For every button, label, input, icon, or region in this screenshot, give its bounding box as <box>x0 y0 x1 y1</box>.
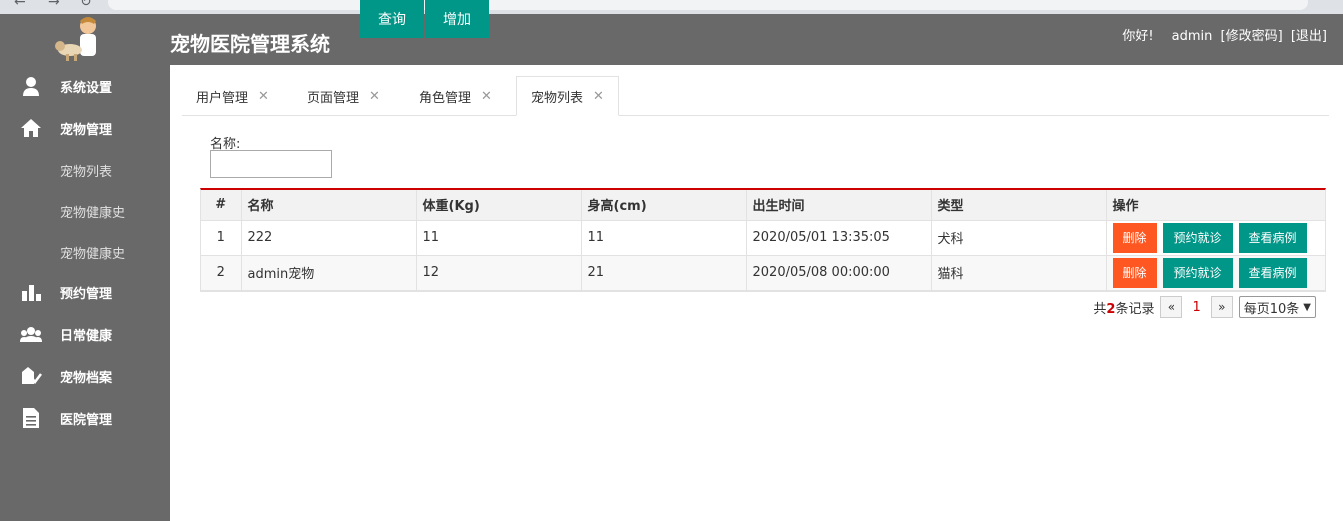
pet-file-icon <box>20 365 42 387</box>
column-header: 名称 <box>241 190 417 221</box>
tab-role-management[interactable]: 角色管理 ✕ <box>405 76 506 116</box>
cell-weight: 12 <box>416 255 582 291</box>
sidebar-subitem-pet-list[interactable]: 宠物列表 <box>60 161 112 180</box>
tab-label: 宠物列表 <box>531 90 584 106</box>
cell-birth: 2020/05/01 13:35:05 <box>746 220 932 256</box>
pet-table: # 名称 体重(Kg) 身高(cm) 出生时间 类型 操作 1 222 11 1… <box>200 188 1326 292</box>
top-header: 宠物医院管理系统 你好! admin [修改密码] [退出] <box>0 14 1343 65</box>
delete-button[interactable]: 删除 <box>1112 257 1157 288</box>
cell-type: 猫科 <box>931 255 1107 291</box>
pagination: 共2条记录 « 1 » 每页10条 ▼ <box>1093 296 1316 318</box>
cell-actions: 删除 预约就诊 查看病例 <box>1106 255 1325 291</box>
close-icon[interactable]: ✕ <box>593 89 604 104</box>
sidebar: 系统设置 宠物管理 宠物列表 宠物健康史 宠物健康史 预约管理 日常健康 宠物档… <box>0 65 170 521</box>
cell-num: 1 <box>201 220 242 256</box>
close-icon[interactable]: ✕ <box>258 89 269 104</box>
back-icon[interactable]: ← <box>14 0 26 10</box>
cell-name: admin宠物 <box>241 255 417 291</box>
app-title: 宠物医院管理系统 <box>170 32 330 56</box>
change-password-link[interactable]: [修改密码] <box>1221 29 1283 44</box>
column-header: 身高(cm) <box>581 190 747 221</box>
book-appointment-button[interactable]: 预约就诊 <box>1162 222 1233 253</box>
tab-user-management[interactable]: 用户管理 ✕ <box>182 76 283 116</box>
sidebar-item-daily-health[interactable]: 日常健康 <box>0 313 170 355</box>
home-icon <box>20 117 42 139</box>
tab-label: 页面管理 <box>307 90 360 106</box>
username: admin <box>1171 29 1213 44</box>
cell-birth: 2020/05/08 00:00:00 <box>746 255 932 291</box>
cell-weight: 11 <box>416 220 582 256</box>
sidebar-item-system-settings[interactable]: 系统设置 <box>0 65 170 107</box>
next-page-button[interactable]: » <box>1210 296 1233 318</box>
delete-button[interactable]: 删除 <box>1112 222 1157 253</box>
forward-icon[interactable]: → <box>48 0 60 10</box>
user-icon <box>20 75 42 97</box>
column-header: 出生时间 <box>746 190 932 221</box>
cell-name: 222 <box>241 220 417 256</box>
sidebar-item-pet-archive[interactable]: 宠物档案 <box>0 355 170 397</box>
sidebar-item-label: 宠物档案 <box>60 370 113 386</box>
document-icon <box>20 407 42 429</box>
table-row: 2 admin宠物 12 21 2020/05/08 00:00:00 猫科 删… <box>201 255 1325 291</box>
tab-pet-list[interactable]: 宠物列表 ✕ <box>516 76 619 116</box>
tab-label: 角色管理 <box>419 90 472 106</box>
cell-num: 2 <box>201 255 242 291</box>
tab-page-management[interactable]: 页面管理 ✕ <box>293 76 394 116</box>
table-row: 1 222 11 11 2020/05/01 13:35:05 犬科 删除 预约就… <box>201 220 1325 256</box>
sidebar-item-hospital-management[interactable]: 医院管理 <box>0 397 170 439</box>
sidebar-item-appointments[interactable]: 预约管理 <box>0 271 170 313</box>
logo-icon <box>50 14 106 65</box>
column-header: 体重(Kg) <box>416 190 582 221</box>
browser-toolbar: ← → ↻ <box>0 0 1343 14</box>
column-header: # <box>201 190 242 221</box>
cell-type: 犬科 <box>931 220 1107 256</box>
group-icon <box>20 323 42 345</box>
sidebar-item-label: 系统设置 <box>60 80 113 96</box>
tab-bar: 用户管理 ✕ 页面管理 ✕ 角色管理 ✕ 宠物列表 ✕ <box>170 65 1343 116</box>
cell-actions: 删除 预约就诊 查看病例 <box>1106 220 1325 256</box>
page-size-value: 每页10条 <box>1243 301 1300 317</box>
reload-icon[interactable]: ↻ <box>80 0 92 10</box>
chevron-down-icon: ▼ <box>1303 301 1311 313</box>
user-area: 你好! admin [修改密码] [退出] <box>1118 25 1327 44</box>
sidebar-item-label: 日常健康 <box>60 328 113 344</box>
name-search-input[interactable] <box>210 150 332 178</box>
column-header: 操作 <box>1106 190 1325 221</box>
book-appointment-button[interactable]: 预约就诊 <box>1162 257 1233 288</box>
close-icon[interactable]: ✕ <box>369 89 380 104</box>
view-records-button[interactable]: 查看病例 <box>1238 257 1307 288</box>
sidebar-item-label: 宠物管理 <box>60 122 113 138</box>
sidebar-item-label: 医院管理 <box>60 412 113 428</box>
sidebar-subitem-pet-health-history[interactable]: 宠物健康史 <box>60 202 125 221</box>
query-button[interactable]: 查询 <box>360 0 424 38</box>
cell-height: 21 <box>581 255 747 291</box>
prev-page-button[interactable]: « <box>1160 296 1183 318</box>
tab-label: 用户管理 <box>196 90 249 106</box>
total-records: 共2条记录 <box>1093 301 1155 317</box>
bar-chart-icon <box>20 281 42 303</box>
view-records-button[interactable]: 查看病例 <box>1238 222 1307 253</box>
sidebar-subitem-pet-health-history-2[interactable]: 宠物健康史 <box>60 243 125 262</box>
sidebar-item-pet-management[interactable]: 宠物管理 <box>0 107 170 149</box>
current-page[interactable]: 1 <box>1192 300 1200 315</box>
greeting-text: 你好! <box>1122 29 1154 44</box>
sidebar-item-label: 预约管理 <box>60 286 113 302</box>
add-button[interactable]: 增加 <box>425 0 489 38</box>
address-bar[interactable] <box>108 0 1308 10</box>
cell-height: 11 <box>581 220 747 256</box>
table-header-row: # 名称 体重(Kg) 身高(cm) 出生时间 类型 操作 <box>201 190 1325 221</box>
close-icon[interactable]: ✕ <box>481 89 492 104</box>
page-size-select[interactable]: 每页10条 ▼ <box>1238 296 1316 318</box>
column-header: 类型 <box>931 190 1107 221</box>
logout-link[interactable]: [退出] <box>1291 29 1327 44</box>
